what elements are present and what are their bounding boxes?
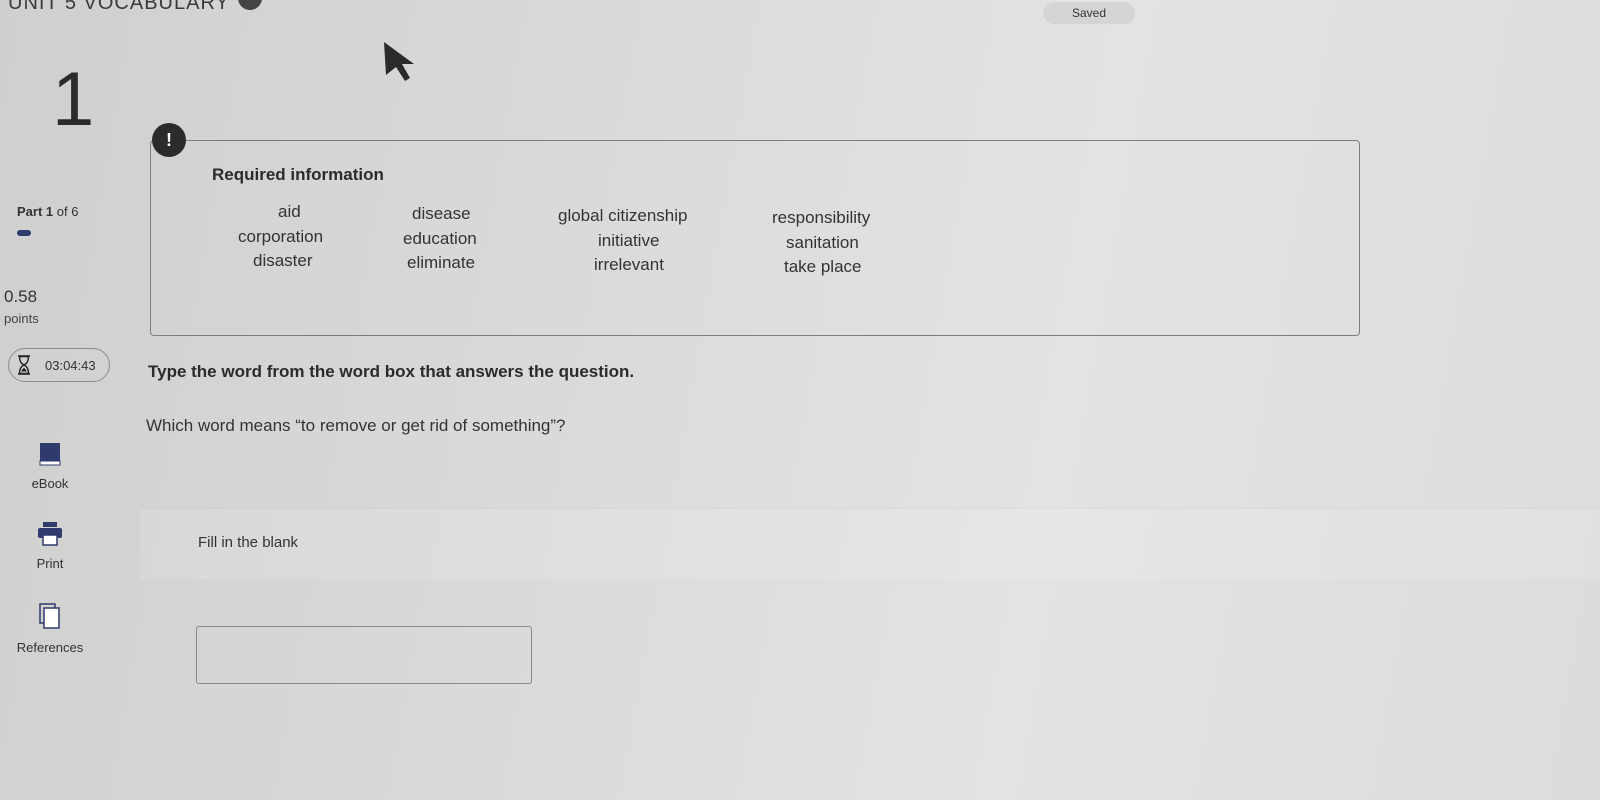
mouse-cursor-icon <box>384 42 414 81</box>
points-value: 0.58 <box>4 287 38 306</box>
points-label: points <box>4 311 39 326</box>
hourglass-icon <box>18 355 30 375</box>
word-box-item: irrelevant <box>594 255 664 274</box>
printer-icon <box>38 522 62 546</box>
word-box-item: disaster <box>253 251 313 270</box>
word-box-item: global citizenship <box>558 206 688 225</box>
answer-area <box>140 508 1600 579</box>
answer-input[interactable] <box>196 626 532 684</box>
word-box-item: corporation <box>238 227 324 246</box>
word-box-item: take place <box>784 257 862 276</box>
references-button[interactable]: References <box>0 602 100 655</box>
book-icon <box>39 443 61 466</box>
ebook-label: eBook <box>31 476 69 491</box>
unit-title: UNIT 5 VOCABULARY <box>8 0 230 14</box>
part-label: Part <box>17 204 43 219</box>
references-label: References <box>16 640 84 655</box>
word-box-item: responsibility <box>772 208 871 227</box>
question-number: 1 <box>52 57 95 142</box>
word-box-item: initiative <box>598 231 660 250</box>
word-box-item: sanitation <box>786 233 859 252</box>
references-icon <box>39 603 60 629</box>
question-instruction: Type the word from the word box that ans… <box>148 362 635 381</box>
print-button[interactable]: Print <box>0 522 100 571</box>
unit-info-icon[interactable] <box>238 0 262 10</box>
print-label: Print <box>36 556 64 571</box>
required-info-title: Required information <box>212 165 384 184</box>
timer-text: 03:04:43 <box>45 357 96 373</box>
word-box-item: aid <box>278 202 301 221</box>
part-progress-bar <box>17 230 31 236</box>
fill-in-the-blank-label: Fill in the blank <box>198 534 299 551</box>
ebook-button[interactable]: eBook <box>0 442 100 491</box>
alert-icon: ! <box>152 123 186 157</box>
part-indicator: Part 1 of 6 <box>17 204 78 219</box>
timer[interactable]: 03:04:43 <box>8 348 110 382</box>
part-current: 1 <box>45 204 54 219</box>
word-box-item: eliminate <box>407 253 476 272</box>
question-prompt: Which word means “to remove or get rid o… <box>146 416 566 435</box>
word-box-item: education <box>403 229 477 248</box>
word-box-item: disease <box>412 204 471 223</box>
saved-status-badge: Saved <box>1043 2 1135 24</box>
part-of: of 6 <box>56 204 79 219</box>
